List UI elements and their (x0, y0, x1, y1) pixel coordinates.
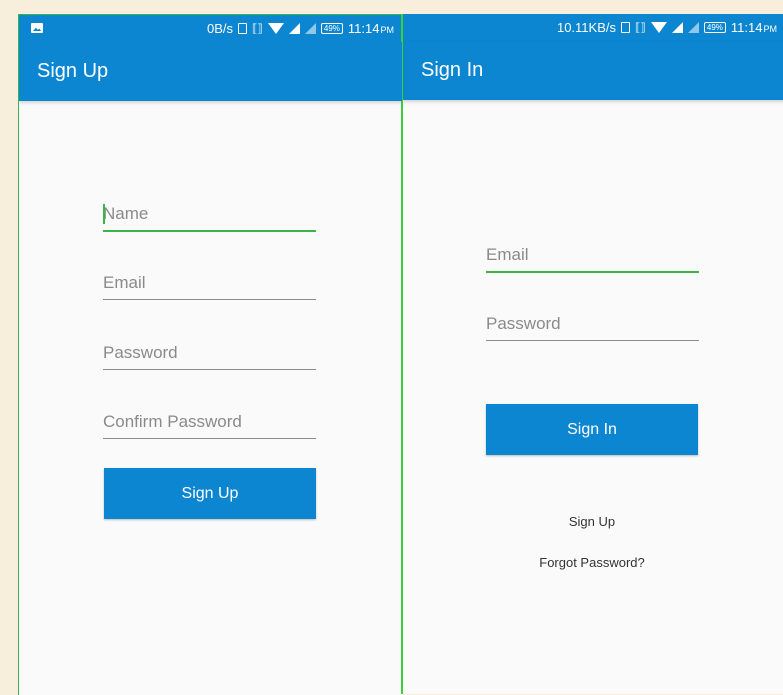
name-input[interactable] (103, 198, 316, 230)
password-input[interactable] (103, 337, 316, 369)
confirm-password-field[interactable] (103, 406, 316, 439)
email-input[interactable] (486, 239, 699, 271)
vibrate-icon: ⟦⟧ (252, 23, 263, 35)
sign-up-screen: 0B/s ⟦⟧ 49% 11:14PM Sign Up Sign Up (18, 14, 402, 695)
sign-in-button[interactable]: Sign In (486, 404, 698, 455)
email-input[interactable] (103, 267, 316, 299)
name-field[interactable] (103, 198, 316, 232)
sign-in-screen: 10.11KB/s ⟦⟧ 49% 11:14PM Sign In Sign In… (401, 14, 783, 694)
sign-up-link[interactable]: Sign Up (486, 514, 698, 529)
clock: 11:14PM (731, 20, 777, 35)
clock-ampm: PM (763, 24, 778, 34)
device-icon (621, 22, 630, 33)
clock-ampm: PM (380, 25, 395, 35)
forgot-password-link[interactable]: Forgot Password? (486, 555, 698, 570)
signal-icon (671, 22, 683, 33)
clock-time: 11:14 (347, 21, 380, 36)
text-cursor (103, 204, 105, 224)
sign-up-button[interactable]: Sign Up (104, 468, 316, 519)
app-bar-title: Sign In (421, 59, 484, 81)
signal-no-service-icon (304, 23, 316, 34)
wifi-icon (650, 22, 667, 33)
battery-icon: 49% (703, 22, 726, 33)
app-bar: Sign Up (19, 42, 402, 101)
confirm-password-input[interactable] (103, 406, 316, 438)
signal-icon (288, 23, 300, 34)
signal-no-service-icon (687, 22, 699, 33)
network-speed: 0B/s (206, 21, 233, 36)
wifi-icon (267, 23, 284, 34)
image-notification-icon (31, 23, 43, 33)
email-field[interactable] (486, 239, 699, 273)
clock-time: 11:14 (730, 20, 763, 35)
status-bar: 10.11KB/s ⟦⟧ 49% 11:14PM (403, 14, 783, 41)
email-field[interactable] (103, 267, 316, 300)
battery-icon: 49% (320, 23, 343, 34)
password-field[interactable] (103, 337, 316, 370)
app-bar-title: Sign Up (37, 60, 109, 82)
app-bar: Sign In (403, 41, 783, 100)
vibrate-icon: ⟦⟧ (635, 22, 646, 34)
status-bar: 0B/s ⟦⟧ 49% 11:14PM (19, 15, 402, 42)
device-icon (238, 23, 247, 34)
clock: 11:14PM (348, 21, 394, 36)
password-field[interactable] (486, 308, 699, 341)
network-speed: 10.11KB/s (556, 20, 616, 35)
password-input[interactable] (486, 308, 699, 340)
